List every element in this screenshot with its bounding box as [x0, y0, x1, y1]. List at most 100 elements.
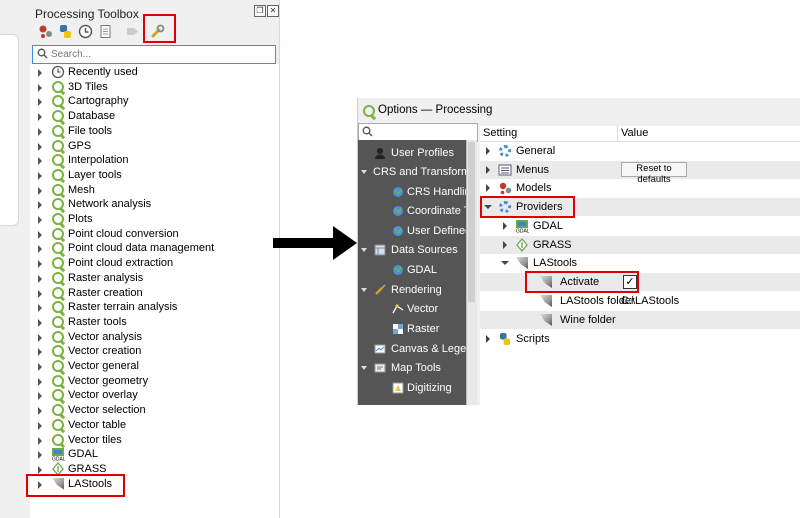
sidebar-item-canvas-legend[interactable]: Canvas & Legend: [358, 341, 466, 359]
reset-to-defaults-button[interactable]: Reset to defaults: [621, 162, 687, 185]
setting-row-lastools-folder[interactable]: LAStools folder C:\LAStools: [480, 292, 800, 310]
expand-arrow-icon[interactable]: [38, 69, 42, 77]
expand-arrow-icon[interactable]: [38, 186, 42, 195]
expand-arrow-icon[interactable]: [486, 147, 490, 155]
collapse-arrow-icon[interactable]: [361, 170, 367, 174]
expand-arrow-icon[interactable]: [38, 465, 42, 474]
sidebar-item-digitizing[interactable]: Digitizing: [358, 380, 466, 398]
sidebar-item-crs-handling[interactable]: CRS Handling: [358, 184, 466, 202]
expand-arrow-icon[interactable]: [486, 335, 490, 343]
tree-item-3d-tiles[interactable]: 3D Tiles: [30, 80, 279, 95]
setting-column-header[interactable]: Setting: [483, 127, 517, 139]
search-input[interactable]: [51, 47, 266, 61]
setting-row-models[interactable]: Models: [480, 179, 800, 197]
sidebar-item-raster[interactable]: Raster: [358, 321, 466, 339]
setting-row-lastools[interactable]: LAStools: [480, 254, 800, 272]
sidebar-item-map-tools[interactable]: Map Tools: [358, 360, 466, 378]
float-panel-button[interactable]: ❐: [254, 5, 266, 17]
results-icon[interactable]: [97, 23, 113, 39]
tree-item-network-analysis[interactable]: Network analysis: [30, 198, 279, 212]
tree-item-grass[interactable]: GRASS: [30, 461, 279, 477]
activate-checkbox[interactable]: ✓: [623, 275, 637, 289]
expand-arrow-icon[interactable]: [38, 245, 42, 254]
collapse-arrow-icon[interactable]: [361, 288, 367, 292]
tree-item-interpolation[interactable]: Interpolation: [30, 154, 279, 168]
setting-row-scripts[interactable]: Scripts: [480, 330, 800, 348]
expand-arrow-icon[interactable]: [38, 363, 42, 371]
tree-item-layer-tools[interactable]: Layer tools: [30, 168, 279, 183]
tree-item-database[interactable]: Database: [30, 110, 279, 124]
close-panel-button[interactable]: ✕: [267, 5, 279, 17]
toolbox-search[interactable]: [32, 45, 276, 64]
tree-item-point-cloud-conversion[interactable]: Point cloud conversion: [30, 227, 279, 242]
expand-arrow-icon[interactable]: [38, 304, 42, 313]
tree-item-vector-creation[interactable]: Vector creation: [30, 345, 279, 359]
expand-arrow-icon[interactable]: [38, 407, 42, 416]
tree-item-vector-tiles[interactable]: Vector tiles: [30, 433, 279, 448]
sidebar-scrollbar[interactable]: [466, 140, 477, 405]
sidebar-item-user-defined[interactable]: User Defined: [358, 223, 466, 241]
expand-arrow-icon[interactable]: [38, 377, 42, 386]
tree-item-plots[interactable]: Plots: [30, 213, 279, 227]
setting-row-gdal[interactable]: GDAL GDAL: [480, 217, 800, 235]
tree-item-vector-geometry[interactable]: Vector geometry: [30, 374, 279, 389]
expand-arrow-icon[interactable]: [38, 216, 42, 224]
tree-item-vector-analysis[interactable]: Vector analysis: [30, 330, 279, 345]
expand-arrow-icon[interactable]: [38, 289, 42, 298]
models-icon[interactable]: [37, 23, 53, 39]
tree-item-raster-terrain-analysis[interactable]: Raster terrain analysis: [30, 301, 279, 315]
tree-item-vector-table[interactable]: Vector table: [30, 418, 279, 433]
sidebar-item-vector[interactable]: Vector: [358, 301, 466, 319]
expand-arrow-icon[interactable]: [38, 201, 42, 210]
value-column-header[interactable]: Value: [621, 127, 648, 139]
edit-features-icon[interactable]: [124, 23, 140, 39]
expand-arrow-icon[interactable]: [38, 83, 42, 92]
setting-value[interactable]: C:\LAStools: [621, 295, 679, 307]
collapse-arrow-icon[interactable]: [501, 261, 509, 265]
expand-arrow-icon[interactable]: [38, 127, 42, 136]
sidebar-item-crs-and-transforms[interactable]: CRS and Transforms: [358, 164, 466, 182]
sidebar-item-coordinate-tr[interactable]: Coordinate Tr: [358, 203, 466, 221]
expand-arrow-icon[interactable]: [38, 260, 42, 269]
expand-arrow-icon[interactable]: [38, 98, 42, 107]
expand-arrow-icon[interactable]: [38, 436, 42, 445]
tree-item-file-tools[interactable]: File tools: [30, 124, 279, 139]
tree-item-cartography[interactable]: Cartography: [30, 95, 279, 109]
setting-row-grass[interactable]: GRASS: [480, 236, 800, 254]
expand-arrow-icon[interactable]: [38, 230, 42, 239]
setting-row-wine-folder[interactable]: Wine folder: [480, 311, 800, 329]
expand-arrow-icon[interactable]: [38, 421, 42, 430]
tree-item-raster-creation[interactable]: Raster creation: [30, 286, 279, 301]
setting-row-menus[interactable]: Menus Reset to defaults: [480, 161, 800, 185]
expand-arrow-icon[interactable]: [38, 480, 42, 489]
expand-arrow-icon[interactable]: [38, 113, 42, 122]
expand-arrow-icon[interactable]: [38, 142, 42, 151]
expand-arrow-icon[interactable]: [38, 451, 42, 460]
tree-item-recently-used[interactable]: Recently used: [30, 65, 279, 80]
tree-item-vector-general[interactable]: Vector general: [30, 360, 279, 374]
tree-item-lastools[interactable]: LAStools: [30, 477, 279, 492]
tree-item-vector-overlay[interactable]: Vector overlay: [30, 389, 279, 403]
expand-arrow-icon[interactable]: [486, 166, 490, 174]
options-wrench-icon[interactable]: [149, 23, 165, 39]
collapse-arrow-icon[interactable]: [484, 205, 492, 209]
history-icon[interactable]: [77, 23, 93, 39]
tree-item-gdal[interactable]: GDAL GDAL: [30, 448, 279, 463]
tree-item-raster-analysis[interactable]: Raster analysis: [30, 271, 279, 286]
expand-arrow-icon[interactable]: [486, 184, 490, 192]
tree-item-point-cloud-data-management[interactable]: Point cloud data management: [30, 242, 279, 256]
expand-arrow-icon[interactable]: [38, 392, 42, 401]
setting-row-activate[interactable]: Activate ✓: [480, 273, 800, 291]
sidebar-item-data-sources[interactable]: Data Sources: [358, 242, 466, 260]
tree-item-vector-selection[interactable]: Vector selection: [30, 404, 279, 418]
tree-item-raster-tools[interactable]: Raster tools: [30, 315, 279, 330]
expand-arrow-icon[interactable]: [38, 333, 42, 342]
expand-arrow-icon[interactable]: [38, 274, 42, 283]
expand-arrow-icon[interactable]: [38, 318, 42, 327]
setting-row-general[interactable]: General: [480, 142, 800, 160]
collapse-arrow-icon[interactable]: [361, 248, 367, 252]
python-icon[interactable]: [57, 23, 73, 39]
tree-item-mesh[interactable]: Mesh: [30, 183, 279, 198]
sidebar-item-user-profiles[interactable]: User Profiles: [358, 145, 466, 163]
expand-arrow-icon[interactable]: [38, 171, 42, 180]
